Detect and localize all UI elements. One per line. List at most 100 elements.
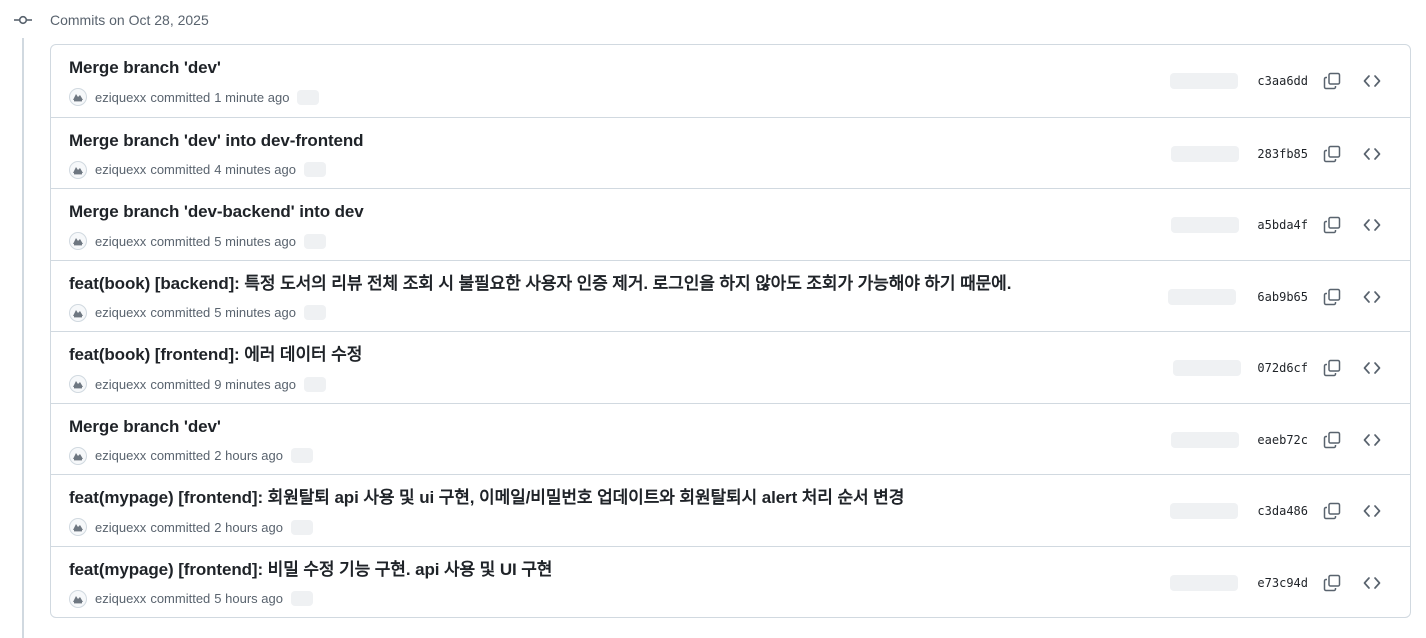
code-icon[interactable] <box>1360 499 1384 523</box>
commit-meta: eziquexx committed 5 hours ago <box>69 589 313 609</box>
ellipsis-placeholder <box>297 89 320 105</box>
author-link[interactable]: eziquexx <box>95 234 146 249</box>
commit-time: 2 hours ago <box>214 519 283 535</box>
commit-sha-link[interactable]: 6ab9b65 <box>1257 289 1308 305</box>
ellipsis-placeholder <box>303 233 326 249</box>
commit-sha-link[interactable]: c3aa6dd <box>1257 73 1308 89</box>
author-link[interactable]: eziquexx <box>95 520 146 535</box>
commit-title-link[interactable]: Merge branch 'dev' into dev-frontend <box>69 131 364 151</box>
commit-group-header: Commits on Oct 28, 2025 <box>0 0 1426 40</box>
commit-time: 5 hours ago <box>214 591 283 606</box>
avatar-icon[interactable] <box>69 589 87 608</box>
committed-label: committed <box>150 591 211 606</box>
copy-icon[interactable] <box>1320 571 1344 595</box>
status-placeholder <box>1170 503 1238 519</box>
avatar-icon[interactable] <box>69 88 87 106</box>
commit-sha-link[interactable]: eaeb72c <box>1257 432 1308 448</box>
commit-title-link[interactable]: feat(mypage) [frontend]: 회원탈퇴 api 사용 및 u… <box>69 488 904 508</box>
commit-row: feat(mypage) [frontend]: 회원탈퇴 api 사용 및 u… <box>51 474 1410 546</box>
git-commit-icon <box>14 12 32 28</box>
committed-label: committed <box>150 305 211 320</box>
commit-row: Merge branch 'dev-backend' into dev eziq… <box>51 188 1410 260</box>
commit-time: 4 minutes ago <box>214 162 296 177</box>
avatar-icon[interactable] <box>69 375 87 393</box>
timeline-line <box>22 38 24 638</box>
avatar-icon[interactable] <box>69 160 87 179</box>
commit-meta: eziquexx committed 5 minutes ago <box>69 231 326 251</box>
avatar-icon[interactable] <box>69 446 87 465</box>
status-placeholder <box>1170 73 1238 89</box>
ellipsis-placeholder <box>290 519 313 535</box>
commit-meta: eziquexx committed 4 minutes ago <box>69 160 326 180</box>
author-link[interactable]: eziquexx <box>95 448 146 463</box>
copy-icon[interactable] <box>1320 69 1344 93</box>
commit-title-link[interactable]: Merge branch 'dev-backend' into dev <box>69 202 364 222</box>
code-icon[interactable] <box>1360 356 1384 380</box>
commit-title-link[interactable]: feat(mypage) [frontend]: 비밀 수정 기능 구현. ap… <box>69 560 552 580</box>
status-placeholder <box>1170 574 1238 591</box>
status-placeholder <box>1171 217 1239 233</box>
commit-title-link[interactable]: Merge branch 'dev' <box>69 417 221 437</box>
commit-sha-link[interactable]: a5bda4f <box>1257 217 1308 233</box>
commit-title-link[interactable]: feat(book) [backend]: 특정 도서의 리뷰 전체 조회 시 … <box>69 274 1011 294</box>
code-icon[interactable] <box>1360 142 1384 166</box>
copy-icon[interactable] <box>1320 213 1344 237</box>
copy-icon[interactable] <box>1320 285 1344 309</box>
commit-meta: eziquexx committed 1 minute ago <box>69 87 320 107</box>
commit-sha-link[interactable]: c3da486 <box>1257 503 1308 519</box>
commit-title-link[interactable]: feat(book) [frontend]: 에러 데이터 수정 <box>69 345 362 365</box>
author-link[interactable]: eziquexx <box>95 591 146 606</box>
committed-label: committed <box>150 89 211 105</box>
author-link[interactable]: eziquexx <box>95 162 146 177</box>
author-link[interactable]: eziquexx <box>95 305 146 320</box>
code-icon[interactable] <box>1360 213 1384 237</box>
commit-meta: eziquexx committed 2 hours ago <box>69 517 313 537</box>
avatar-icon[interactable] <box>69 518 87 536</box>
copy-icon[interactable] <box>1320 428 1344 452</box>
commit-sha-link[interactable]: 283fb85 <box>1257 146 1308 162</box>
commit-time: 9 minutes ago <box>214 376 296 392</box>
commit-meta: eziquexx committed 2 hours ago <box>69 446 313 466</box>
ellipsis-placeholder <box>303 162 326 177</box>
committed-label: committed <box>150 162 211 177</box>
commit-row: feat(book) [backend]: 특정 도서의 리뷰 전체 조회 시 … <box>51 259 1410 332</box>
code-icon[interactable] <box>1360 69 1384 93</box>
commit-sha-link[interactable]: e73c94d <box>1257 575 1308 591</box>
copy-icon[interactable] <box>1320 142 1344 166</box>
commit-group-title: Commits on Oct 28, 2025 <box>50 12 209 28</box>
commit-meta: eziquexx committed 5 minutes ago <box>69 303 326 323</box>
author-link[interactable]: eziquexx <box>95 90 146 105</box>
avatar-icon[interactable] <box>69 232 87 250</box>
code-icon[interactable] <box>1360 428 1384 452</box>
code-icon[interactable] <box>1360 571 1384 595</box>
commit-time: 1 minute ago <box>214 89 290 105</box>
commit-title-link[interactable]: Merge branch 'dev' <box>69 58 221 78</box>
author-link[interactable]: eziquexx <box>95 377 146 392</box>
ellipsis-placeholder <box>290 448 313 463</box>
avatar-icon[interactable] <box>69 303 87 322</box>
commit-time: 5 minutes ago <box>214 305 296 320</box>
commit-sha-link[interactable]: 072d6cf <box>1257 360 1308 376</box>
commit-row: Merge branch 'dev' eziquexx committed 2 … <box>51 402 1410 475</box>
copy-icon[interactable] <box>1320 356 1344 380</box>
committed-label: committed <box>150 448 211 463</box>
commit-list: Merge branch 'dev' eziquexx committed 1 … <box>50 44 1411 618</box>
status-placeholder <box>1168 288 1236 305</box>
ellipsis-placeholder <box>303 376 326 392</box>
committed-label: committed <box>150 233 211 249</box>
ellipsis-placeholder <box>290 591 313 606</box>
commit-time: 2 hours ago <box>214 448 283 463</box>
ellipsis-placeholder <box>303 305 326 320</box>
status-placeholder <box>1173 360 1241 376</box>
committed-label: committed <box>150 376 211 392</box>
committed-label: committed <box>150 519 211 535</box>
status-placeholder <box>1171 145 1239 162</box>
commit-meta: eziquexx committed 9 minutes ago <box>69 374 326 394</box>
commit-row: Merge branch 'dev' into dev-frontend ezi… <box>51 116 1410 189</box>
status-placeholder <box>1171 431 1239 448</box>
copy-icon[interactable] <box>1320 499 1344 523</box>
commit-row: feat(mypage) [frontend]: 비밀 수정 기능 구현. ap… <box>51 545 1410 618</box>
code-icon[interactable] <box>1360 285 1384 309</box>
commit-time: 5 minutes ago <box>214 233 296 249</box>
commit-row: feat(book) [frontend]: 에러 데이터 수정 eziquex… <box>51 331 1410 403</box>
